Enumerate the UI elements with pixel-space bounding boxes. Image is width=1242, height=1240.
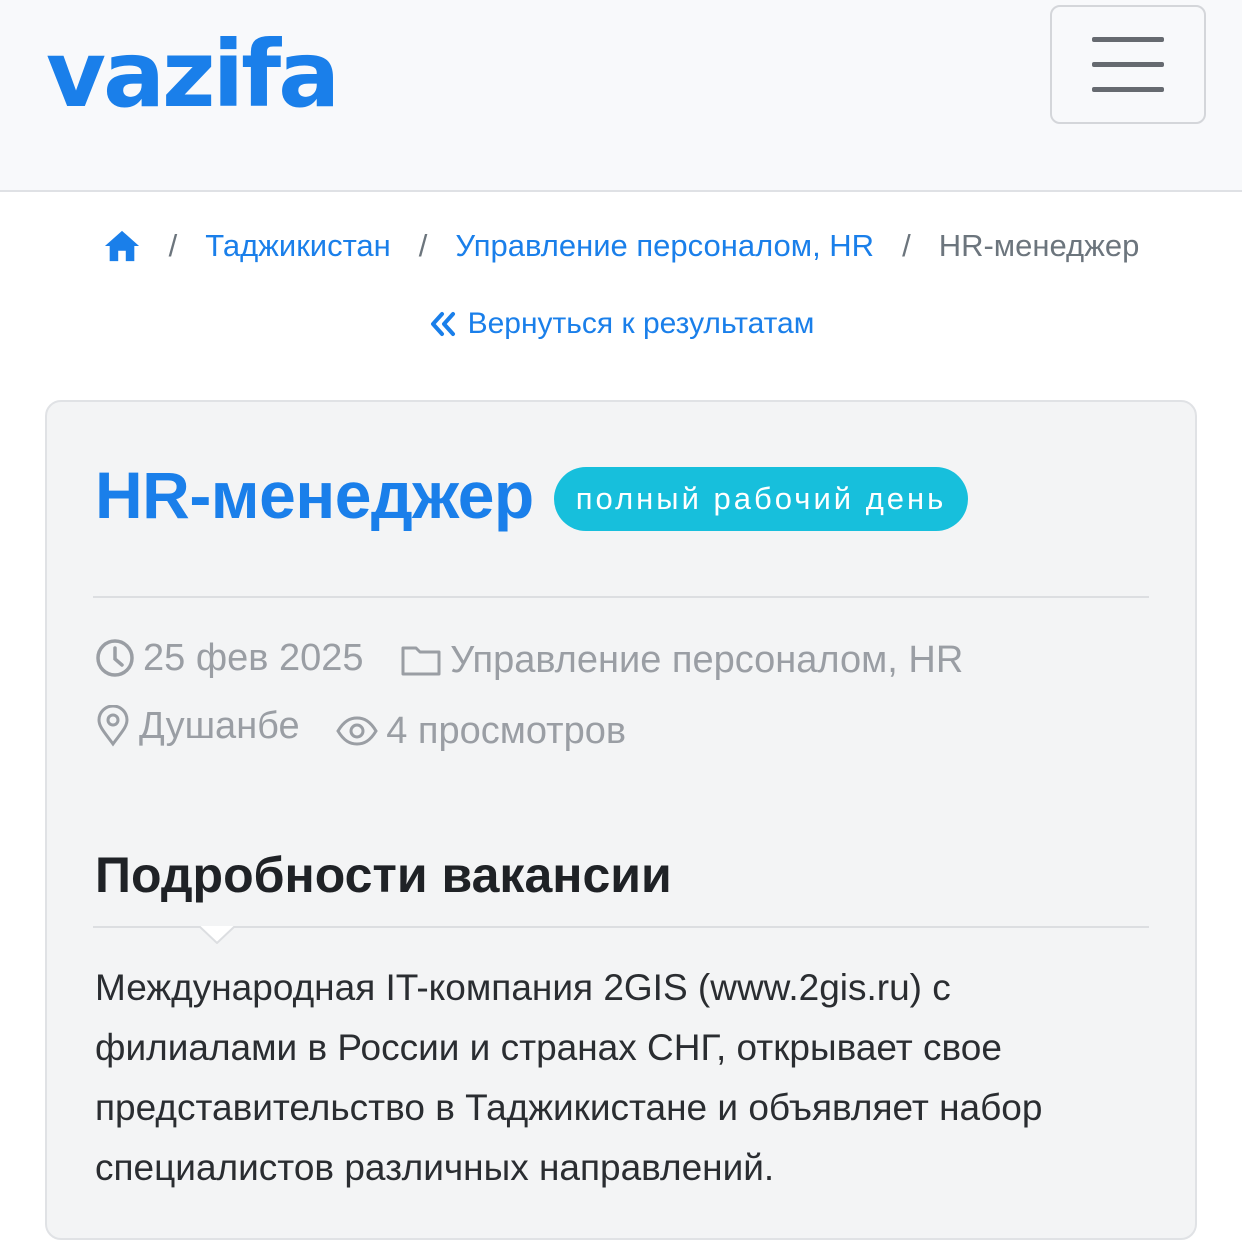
map-pin-icon — [97, 705, 129, 747]
site-logo[interactable]: vazifa — [46, 10, 340, 140]
meta-date-text: 25 фев 2025 — [143, 637, 364, 679]
divider-notch — [199, 926, 235, 944]
employment-type-badge: полный рабочий день — [553, 467, 969, 531]
clock-icon — [96, 639, 134, 677]
double-chevron-left-icon — [430, 312, 455, 336]
folder-icon — [401, 646, 441, 676]
job-meta: 25 фев 2025 Управление персоналом, HR Ду… — [95, 628, 1105, 765]
breadcrumb-item-country[interactable]: Таджикистан — [205, 228, 391, 264]
eye-icon — [336, 716, 378, 746]
home-icon[interactable] — [103, 228, 141, 264]
section-divider — [93, 926, 1149, 928]
meta-category[interactable]: Управление персоналом, HR — [400, 630, 963, 690]
job-title: HR-менеджер — [95, 458, 534, 532]
section-title: Подробности вакансии — [95, 847, 672, 903]
breadcrumb-separator: / — [902, 228, 911, 263]
meta-views: 4 просмотров — [336, 701, 626, 761]
hamburger-menu-button[interactable] — [1050, 5, 1206, 124]
back-to-results-link[interactable]: Вернуться к результатам — [0, 302, 1242, 346]
meta-location: Душанбе — [95, 696, 300, 756]
breadcrumb-separator: / — [418, 228, 428, 263]
divider — [93, 596, 1149, 598]
site-header: vazifa — [0, 0, 1242, 192]
breadcrumb-current: HR-менеджер — [938, 228, 1140, 263]
breadcrumb: / Таджикистан / Управление персоналом, H… — [0, 222, 1242, 270]
breadcrumb-separator: / — [168, 228, 178, 263]
meta-views-text: 4 просмотров — [386, 710, 627, 752]
meta-date: 25 фев 2025 — [95, 628, 364, 688]
job-title-row: HR-менеджер полный рабочий день — [95, 450, 969, 540]
meta-location-text: Душанбе — [139, 705, 300, 747]
breadcrumb-item-category[interactable]: Управление персоналом, HR — [455, 228, 874, 264]
job-card: HR-менеджер полный рабочий день 25 фев 2… — [45, 400, 1197, 1240]
job-description: Международная IT-компания 2GIS (www.2gis… — [95, 967, 1043, 1188]
back-link-label: Вернуться к результатам — [467, 307, 815, 340]
meta-category-text: Управление персоналом, HR — [450, 639, 964, 681]
hamburger-icon — [1092, 37, 1164, 42]
